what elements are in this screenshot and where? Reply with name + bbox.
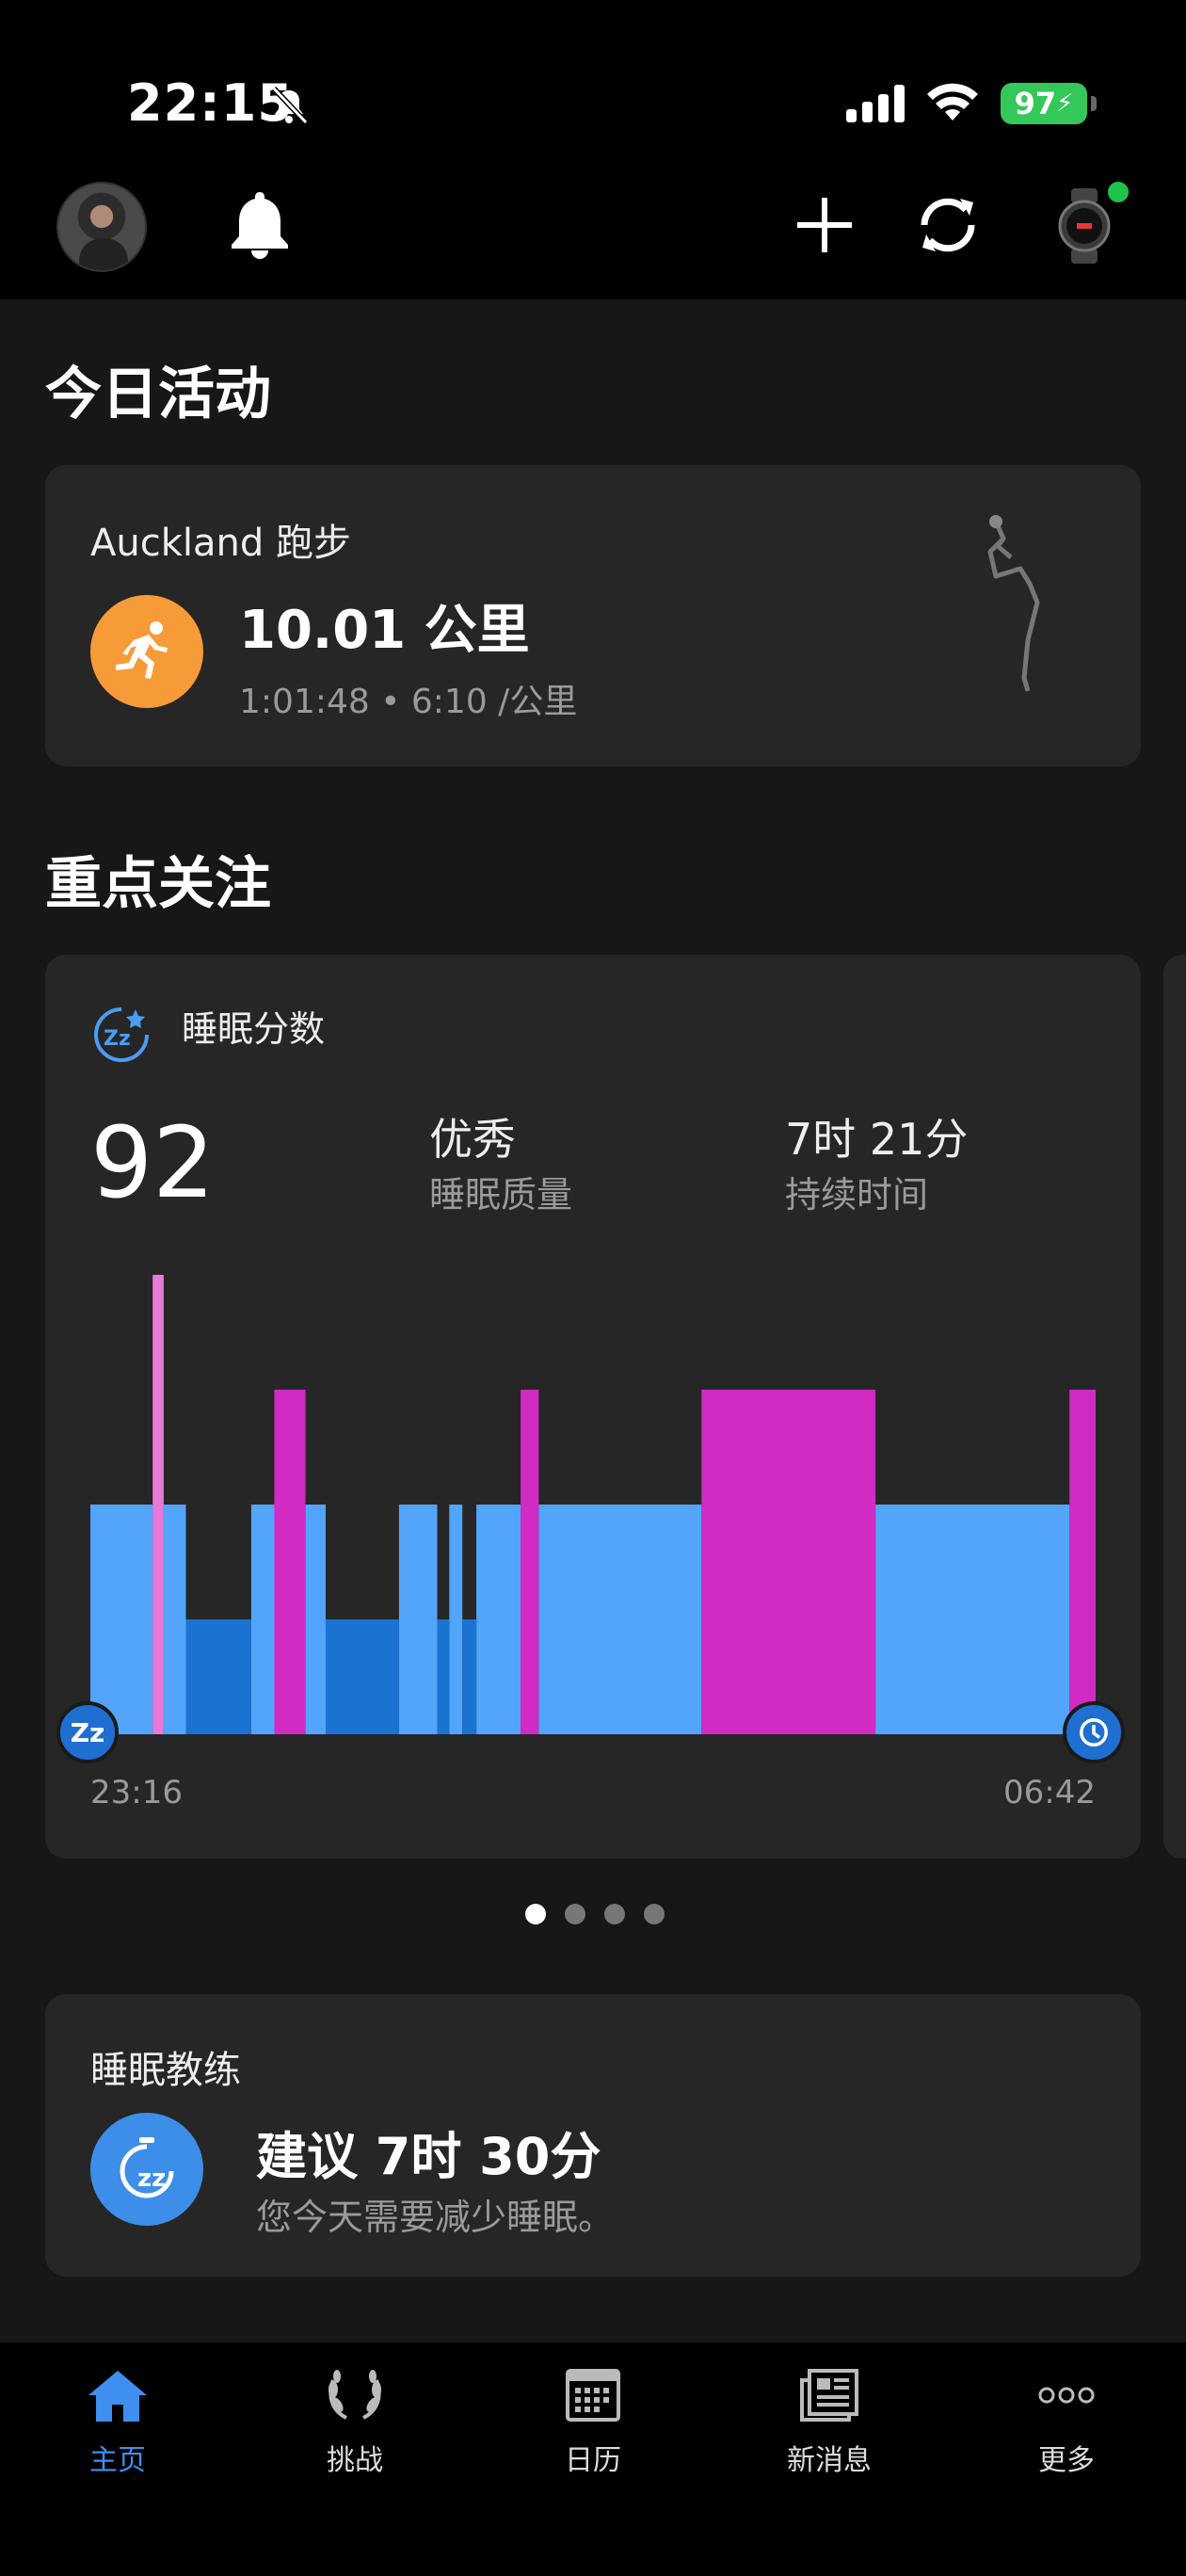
battery-indicator: 97 ⚡ [1001, 83, 1097, 124]
svg-text:zz: zz [137, 2165, 166, 2193]
carousel-page-indicator[interactable] [0, 1904, 1186, 1924]
focus-title: 重点关注 [45, 851, 271, 917]
sleep-stage-rem [701, 1390, 876, 1734]
sleep-coach-note: 您今天需要减少睡眠。 [256, 2197, 615, 2238]
watch-icon[interactable] [1054, 188, 1114, 264]
silent-bell-icon [271, 86, 309, 125]
sleep-stage-light [449, 1505, 463, 1734]
calendar-icon [566, 2369, 620, 2422]
next-card-peek[interactable] [1163, 955, 1186, 1859]
tab-more[interactable]: 更多 [982, 2367, 1151, 2478]
sleep-stage-awake [152, 1275, 164, 1734]
sleep-stage-deep [462, 1619, 477, 1734]
top-area: 22:15 97 ⚡ [0, 0, 1186, 299]
sleep-stage-rem [521, 1390, 539, 1734]
wifi-icon [927, 83, 978, 121]
battery-level: 97 [1014, 86, 1057, 121]
activity-meta: 1:01:48 • 6:10 /公里 [239, 683, 578, 721]
tab-calendar[interactable]: 日历 [508, 2367, 678, 2478]
activity-card[interactable]: Auckland 跑步 10.01 公里 1:01:48 • 6:10 /公里 [45, 465, 1141, 766]
carousel-dot[interactable] [565, 1904, 585, 1924]
tab-news[interactable]: 新消息 [745, 2367, 914, 2478]
sleep-stage-light [875, 1505, 1070, 1734]
activity-name: Auckland 跑步 [90, 522, 351, 565]
sleep-stage-light [305, 1505, 326, 1734]
sleep-stage-deep [437, 1619, 450, 1734]
device-connected-dot [1108, 182, 1129, 202]
wake-clock-icon [1063, 1701, 1125, 1763]
cellular-signal-icon [846, 85, 905, 122]
sleep-stage-deep [185, 1619, 251, 1734]
sleep-start-time: 23:16 [90, 1774, 183, 1811]
activity-distance: 10.01 公里 [239, 600, 530, 661]
tab-label: 更多 [1038, 2444, 1095, 2477]
news-icon [800, 2369, 858, 2422]
avatar[interactable] [56, 182, 147, 272]
sleep-start-badge: Zz [56, 1701, 119, 1763]
today-title: 今日活动 [45, 362, 271, 427]
sleep-stage-light [164, 1505, 186, 1734]
route-map-thumbnail [987, 515, 1040, 692]
sleep-stage-light [250, 1505, 275, 1734]
sleep-coach-recommendation: 建议 7时 30分 [256, 2127, 601, 2186]
sleep-stage-light [476, 1505, 521, 1734]
plus-icon[interactable] [795, 196, 854, 254]
tab-label: 主页 [89, 2444, 146, 2477]
sync-icon[interactable] [911, 191, 985, 259]
sleep-stage-light [90, 1505, 153, 1734]
sleep-stage-light [398, 1505, 438, 1734]
carousel-dot[interactable] [604, 1904, 625, 1924]
bottom-tab-bar: 主页 挑战 日历 新消息 更多 [0, 2343, 1186, 2576]
tab-home[interactable]: 主页 [33, 2367, 202, 2478]
home-icon [88, 2371, 147, 2422]
tab-challenges[interactable]: 挑战 [270, 2367, 440, 2478]
status-right: 97 ⚡ [846, 83, 1097, 124]
sleep-end-time: 06:42 [1003, 1774, 1096, 1811]
sleep-stage-rem [274, 1390, 306, 1734]
sleep-coach-title: 睡眠教练 [90, 2049, 241, 2092]
sleep-stage-rem [1069, 1390, 1096, 1734]
sleep-stage-light [538, 1505, 702, 1734]
more-icon [1038, 2387, 1095, 2404]
sleep-coach-icon: zz [90, 2113, 203, 2226]
sleep-coach-card[interactable]: 睡眠教练 zz 建议 7时 30分 您今天需要减少睡眠。 [45, 1994, 1141, 2277]
tab-label: 日历 [565, 2444, 621, 2477]
carousel-dot[interactable] [644, 1904, 665, 1924]
laurel-icon [329, 2370, 381, 2420]
carousel-dot[interactable] [525, 1904, 546, 1924]
sleep-stage-deep [325, 1619, 399, 1734]
tab-label: 挑战 [327, 2444, 383, 2477]
running-icon [90, 595, 203, 708]
bell-icon[interactable] [226, 186, 294, 264]
sleep-stage-chart [90, 1275, 1096, 1734]
sleep-score-card[interactable]: Zz 睡眠分数 92 优秀 睡眠质量 7时 21分 持续时间 Zz 23:16 … [45, 955, 1141, 1859]
tab-label: 新消息 [787, 2444, 872, 2477]
